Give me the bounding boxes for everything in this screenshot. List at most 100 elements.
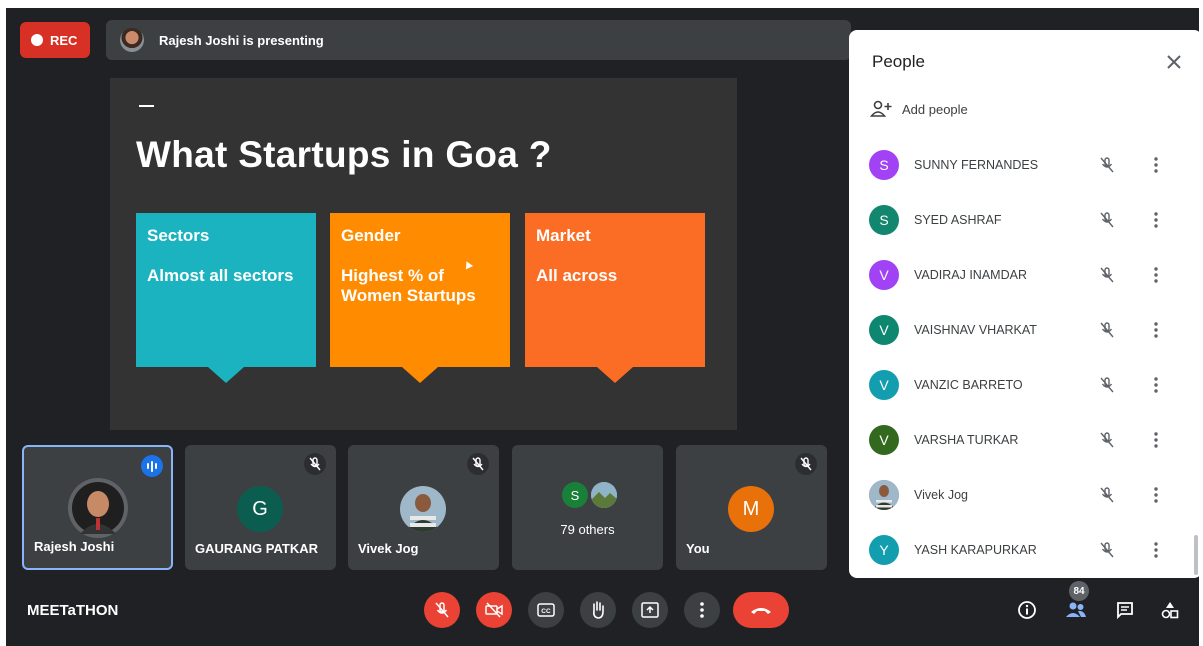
participant-name: VARSHA TURKAR (914, 432, 1019, 447)
more-options-icon[interactable] (1148, 375, 1164, 395)
card-body: Highest % of Women Startups (341, 266, 476, 305)
mic-off-icon[interactable] (1097, 265, 1117, 285)
participant-name: VADIRAJ INAMDAR (914, 267, 1027, 282)
add-people-label: Add people (902, 101, 968, 117)
presenter-banner-text: Rajesh Joshi is presenting (159, 32, 324, 48)
chat-button[interactable] (1111, 596, 1139, 624)
avatar: G (237, 486, 283, 532)
avatar (68, 478, 128, 538)
raise-hand-button[interactable] (580, 592, 616, 628)
more-options-icon[interactable] (1148, 265, 1164, 285)
tile-name: Vivek Jog (358, 541, 419, 556)
meeting-details-button[interactable] (1013, 596, 1041, 624)
avatar: S (562, 482, 588, 508)
card-body: Almost all sectors (147, 266, 294, 285)
slide-card-sectors: Sectors Almost all sectors (136, 213, 316, 383)
mic-off-icon[interactable] (1097, 320, 1117, 340)
participant-row[interactable]: S SUNNY FERNANDES (849, 137, 1194, 192)
participant-name: YASH KARAPURKAR (914, 542, 1037, 557)
participant-row[interactable]: V VAISHNAV VHARKAT (849, 302, 1194, 357)
mic-off-icon[interactable] (1097, 430, 1117, 450)
tile-name: Rajesh Joshi (34, 539, 115, 554)
participant-tile-rajesh-joshi[interactable]: Rajesh Joshi (22, 445, 173, 570)
speaking-indicator-icon (141, 455, 163, 477)
participant-tile-others[interactable]: S 79 others (512, 445, 663, 570)
camera-toggle-button[interactable] (476, 592, 512, 628)
captions-button[interactable]: CC (528, 592, 564, 628)
camera-off-icon (485, 602, 503, 618)
mic-off-icon[interactable] (1097, 210, 1117, 230)
card-heading: Gender (341, 226, 401, 245)
panel-scrollbar[interactable] (1194, 535, 1198, 575)
presentation-slide: What Startups in Goa ? Sectors Almost al… (110, 78, 737, 430)
close-icon (1167, 55, 1181, 69)
participant-name: VAISHNAV VHARKAT (914, 322, 1037, 337)
mic-off-icon[interactable] (1097, 375, 1117, 395)
participant-list: S SUNNY FERNANDES S SYED ASHRAF V VADIRAJ INA… (849, 137, 1194, 577)
recording-badge[interactable]: REC (20, 22, 90, 58)
more-options-icon[interactable] (1148, 155, 1164, 175)
participant-row[interactable]: V VANZIC BARRETO (849, 357, 1194, 412)
meet-window: REC Rajesh Joshi is presenting What Star… (6, 8, 1199, 646)
participant-avatar: V (869, 259, 899, 290)
more-options-icon[interactable] (1148, 210, 1164, 230)
activities-button[interactable] (1156, 596, 1184, 624)
participant-tile-gaurang-patkar[interactable]: G GAURANG PATKAR (185, 445, 336, 570)
avatar (591, 482, 617, 508)
more-options-icon[interactable] (1148, 485, 1164, 505)
participant-avatar (869, 479, 899, 510)
rajesh-joshi-photo (72, 482, 124, 534)
participant-avatar: S (869, 149, 899, 180)
more-options-icon[interactable] (1148, 320, 1164, 340)
tile-name: You (686, 541, 710, 556)
participant-row[interactable]: V VADIRAJ INAMDAR (849, 247, 1194, 302)
record-dot-icon (31, 34, 43, 46)
people-button[interactable] (1062, 596, 1090, 624)
participant-name: SYED ASHRAF (914, 212, 1002, 227)
participant-row[interactable]: S SYED ASHRAF (849, 192, 1194, 247)
others-count-label: 79 others (560, 522, 615, 537)
participant-avatar: Y (869, 534, 899, 565)
participant-avatar: S (869, 204, 899, 235)
close-panel-button[interactable] (1162, 50, 1186, 74)
chat-icon (1117, 602, 1133, 620)
more-options-button[interactable] (684, 592, 720, 628)
participant-tile-you[interactable]: M You (676, 445, 827, 570)
slide-card-gender: Gender Highest % of Women Startups (330, 213, 510, 383)
recording-label: REC (50, 32, 78, 48)
card-heading: Sectors (147, 226, 210, 245)
add-people-button[interactable]: Add people (870, 100, 968, 118)
leave-call-button[interactable] (733, 592, 789, 628)
end-call-icon (751, 608, 771, 614)
present-icon (641, 602, 659, 618)
meeting-name: MEETaTHON (27, 602, 119, 619)
participant-row[interactable]: Vivek Jog (849, 467, 1194, 522)
mic-off-icon (304, 453, 326, 475)
svg-text:CC: CC (541, 608, 551, 615)
more-options-icon (700, 602, 704, 618)
landscape-photo (591, 482, 617, 508)
participant-row[interactable]: V VARSHA TURKAR (849, 412, 1194, 467)
participant-name: VANZIC BARRETO (914, 377, 1023, 392)
mic-off-icon[interactable] (1097, 540, 1117, 560)
mic-off-icon[interactable] (1097, 155, 1117, 175)
raise-hand-icon (593, 601, 604, 619)
mic-off-icon[interactable] (1097, 485, 1117, 505)
more-options-icon[interactable] (1148, 540, 1164, 560)
presenter-avatar (120, 28, 144, 52)
present-now-button[interactable] (632, 592, 668, 628)
people-icon (1066, 602, 1086, 617)
mic-off-icon (795, 453, 817, 475)
participant-name: Vivek Jog (914, 487, 968, 502)
avatar: M (728, 486, 774, 532)
mic-toggle-button[interactable] (424, 592, 460, 628)
captions-icon: CC (537, 603, 555, 617)
tile-name: GAURANG PATKAR (195, 541, 319, 556)
participant-tile-vivek-jog[interactable]: Vivek Jog (348, 445, 499, 570)
vivek-jog-photo (400, 486, 446, 532)
more-options-icon[interactable] (1148, 430, 1164, 450)
participant-row[interactable]: Y YASH KARAPURKAR (849, 522, 1194, 577)
card-body: All across (536, 266, 618, 285)
mic-off-icon (435, 602, 449, 618)
participant-avatar: V (869, 314, 899, 345)
